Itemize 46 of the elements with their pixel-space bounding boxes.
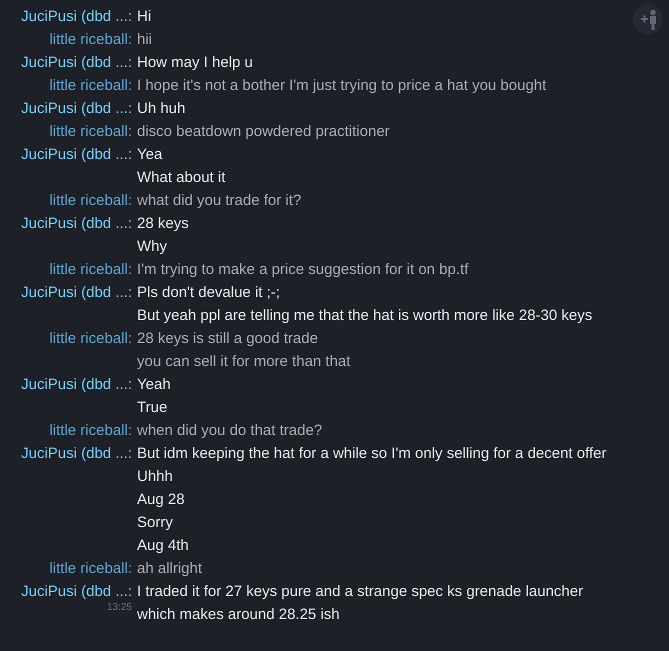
sender-name[interactable]: JuciPusi (dbd ...: [21, 373, 132, 396]
sender-name[interactable]: JuciPusi (dbd ...: [21, 143, 132, 166]
chat-message: 28 keys [137, 214, 189, 234]
chat-message: disco beatdown powdered practitioner [137, 122, 390, 142]
chat-message: I traded it for 27 keys pure and a strange spec ks grenade launcher [137, 582, 584, 602]
chat-message: I'm trying to make a price suggestion for it on bp.tf [137, 260, 468, 280]
chat-message: How may I help u [137, 52, 253, 72]
add-friend-icon[interactable] [633, 4, 663, 34]
sender-name[interactable]: little riceball: [49, 120, 132, 143]
chat-message: Uh huh [137, 98, 186, 118]
timestamp: 13:25 [106, 603, 132, 613]
sender-name[interactable]: little riceball: [49, 327, 132, 350]
sender-name[interactable]: JuciPusi (dbd ...: [21, 212, 132, 235]
chat-message: Hi [137, 6, 152, 26]
chat-message: Pls don't devalue it ;-; [137, 282, 280, 302]
sender-name[interactable]: little riceball: [49, 419, 132, 442]
sender-name[interactable]: little riceball: [49, 74, 132, 97]
sender-name[interactable]: little riceball: [49, 258, 132, 281]
sender-name[interactable]: little riceball: [49, 189, 132, 212]
chat-message: Yea [137, 144, 162, 164]
chat-message: Why [137, 236, 167, 256]
chat-message: what did you trade for it? [137, 190, 302, 210]
chat-message: I hope it's not a bother I'm just trying to price a hat you bought [137, 76, 546, 96]
chat-message: True [137, 398, 168, 418]
sender-name[interactable]: JuciPusi (dbd ...: [21, 97, 132, 120]
sender-name[interactable]: little riceball: [49, 28, 132, 51]
sender-name[interactable]: JuciPusi (dbd ...: [21, 442, 132, 465]
chat-message: when did you do that trade? [137, 420, 322, 440]
sender-name[interactable]: little riceball: [49, 557, 132, 580]
chat-message: Uhhh [137, 466, 173, 486]
chat-message: What about it [137, 168, 226, 188]
chat-message: which makes around 28.25 ish [137, 604, 340, 624]
chat-message: Yeah [137, 374, 171, 394]
chat-message: 28 keys is still a good trade [137, 328, 318, 348]
chat-message: hii [137, 30, 152, 50]
chat-message: But idm keeping the hat for a while so I'm only selling for a decent offer [137, 444, 607, 464]
chat-message: Sorry [137, 512, 173, 532]
chat-message: Aug 4th [137, 536, 189, 556]
chat-message: But yeah ppl are telling me that the hat is worth more like 28-30 keys [137, 306, 592, 326]
chat-message: Aug 28 [137, 490, 185, 510]
sender-name[interactable]: JuciPusi (dbd ...: [21, 580, 132, 603]
chat-message: ah allright [137, 558, 202, 578]
sender-name[interactable]: JuciPusi (dbd ...: [21, 51, 132, 74]
sender-name[interactable]: JuciPusi (dbd ...: [21, 5, 132, 28]
sender-name[interactable]: JuciPusi (dbd ...: [21, 281, 132, 304]
chat-message: you can sell it for more than that [137, 352, 350, 372]
